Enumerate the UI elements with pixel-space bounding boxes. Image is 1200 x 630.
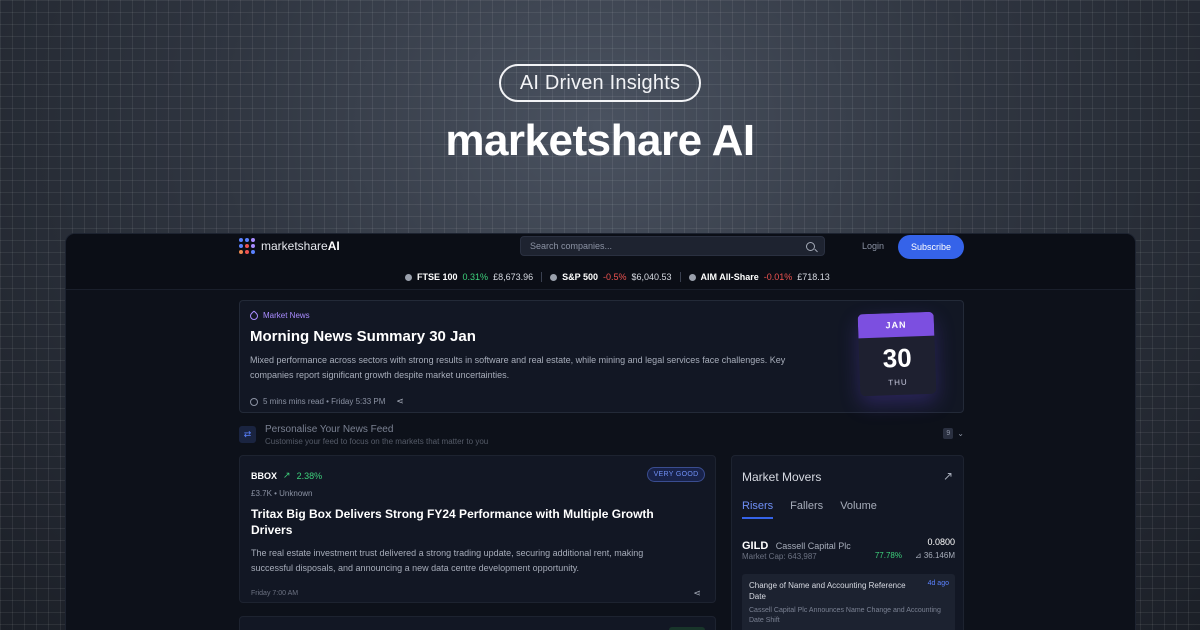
article-sub: £3.7K • Unknown: [251, 489, 313, 498]
share-icon[interactable]: ⋖: [396, 396, 404, 407]
tab-fallers[interactable]: Fallers: [790, 500, 823, 519]
logo-icon: [239, 238, 255, 254]
login-link[interactable]: Login: [862, 241, 884, 251]
market-movers-panel: Market Movers ↗ Risers Fallers Volume GI…: [731, 455, 964, 630]
mover-news-title: Change of Name and Accounting Reference …: [749, 581, 906, 601]
volume-icon: ⊿: [914, 551, 924, 560]
tab-risers[interactable]: Risers: [742, 500, 774, 519]
article-description: The real estate investment trust deliver…: [251, 548, 644, 573]
mover-volume: ⊿ 36.146M: [914, 551, 955, 560]
mover-news-ago: 4d ago: [927, 580, 949, 587]
movers-title: Market Movers: [742, 470, 822, 484]
chevron-down-icon: ⌄: [957, 429, 964, 438]
featured-meta: 5 mins mins read • Friday 5:33 PM ⋖: [250, 396, 404, 407]
article-symbol[interactable]: BBOX: [251, 471, 277, 481]
hero-badge: AI Driven Insights: [499, 64, 701, 102]
mover-symbol: GILD: [742, 540, 769, 552]
article-card[interactable]: [239, 616, 716, 630]
clock-icon: [250, 397, 258, 406]
mover-cap: Market Cap: 643,987: [742, 552, 817, 561]
search-icon: [806, 241, 815, 251]
ticker-aim[interactable]: AIM All-Share -0.01% £718.13: [688, 272, 830, 282]
tab-volume[interactable]: Volume: [840, 500, 877, 519]
index-dot-icon: [550, 273, 558, 281]
sliders-icon: ⇄: [239, 426, 256, 443]
calendar-widget: JAN 30 THU: [857, 311, 937, 397]
personalise-feed[interactable]: ⇄ Personalise Your News Feed Customise y…: [239, 422, 964, 446]
mover-name: Cassell Capital Plc: [775, 541, 851, 551]
mover-price: 0.0800: [927, 537, 955, 547]
tag-icon: [248, 309, 260, 322]
logo[interactable]: marketshareAI: [239, 238, 340, 254]
index-dot-icon: [405, 273, 412, 281]
mover-change: 77.78%: [874, 551, 902, 560]
article-change: 2.38%: [296, 470, 323, 481]
search-placeholder: Search companies...: [530, 241, 613, 251]
calendar-month: JAN: [857, 311, 935, 339]
market-ticker: FTSE 100 0.31% £8,673.96 S&P 500 -0.5% $…: [405, 272, 830, 282]
count-badge: 9: [943, 428, 954, 439]
article-card[interactable]: BBOX ↗ 2.38% VERY GOOD £3.7K • Unknown T…: [239, 455, 716, 603]
personalise-toggle[interactable]: 9 ⌄: [943, 428, 964, 439]
personalise-title: Personalise Your News Feed: [265, 424, 394, 435]
featured-title[interactable]: Morning News Summary 30 Jan: [250, 328, 476, 345]
calendar-day: 30: [882, 342, 913, 374]
sentiment-badge: VERY GOOD: [647, 467, 705, 482]
article-title[interactable]: Tritax Big Box Delivers Strong FY24 Perf…: [251, 506, 671, 538]
trend-up-icon: ↗: [283, 470, 291, 480]
featured-description: Mixed performance across sectors with st…: [250, 355, 786, 380]
index-dot-icon: [688, 273, 696, 281]
search-input[interactable]: Search companies...: [520, 236, 825, 256]
mover-news-description: Cassell Capital Plc Announces Name Chang…: [749, 607, 941, 624]
personalise-subtitle: Customise your feed to focus on the mark…: [265, 437, 489, 446]
calendar-weekday: THU: [888, 377, 908, 388]
movers-tabs: Risers Fallers Volume: [742, 500, 877, 519]
app-window: marketshareAI Search companies... Login …: [65, 233, 1136, 630]
featured-news-card[interactable]: Market News Morning News Summary 30 Jan …: [239, 300, 964, 413]
ticker-sp500[interactable]: S&P 500 -0.5% $6,040.53: [550, 272, 672, 282]
divider: [679, 272, 681, 282]
subscribe-button[interactable]: Subscribe: [898, 235, 964, 259]
ticker-ftse[interactable]: FTSE 100 0.31% £8,673.96: [405, 272, 533, 282]
logo-text: marketshareAI: [261, 239, 340, 253]
article-date: Friday 7:00 AM: [251, 590, 299, 597]
hero-title: marketshare AI: [445, 116, 755, 165]
news-tag: Market News: [248, 309, 310, 322]
article-header: BBOX ↗ 2.38%: [251, 470, 322, 481]
mover-news-item[interactable]: Change of Name and Accounting Reference …: [742, 574, 955, 630]
mover-row[interactable]: GILD Cassell Capital Plc 0.0800 Market C…: [742, 536, 955, 561]
arrow-up-right-icon[interactable]: ↗: [943, 469, 953, 483]
top-bar: marketshareAI Search companies... Login …: [66, 234, 1135, 290]
share-icon[interactable]: ⋖: [693, 588, 701, 599]
divider: [541, 272, 543, 282]
